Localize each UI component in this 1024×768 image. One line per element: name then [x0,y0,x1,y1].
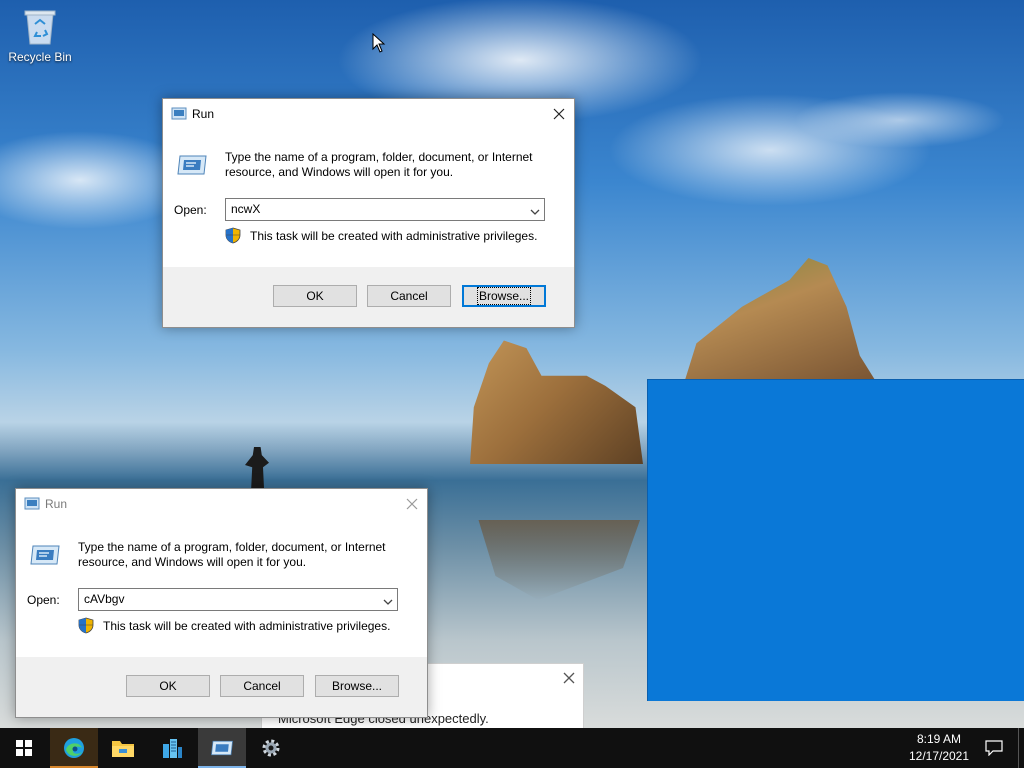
run-program-icon [29,544,61,569]
gear-icon [262,739,280,757]
action-center-button[interactable] [976,728,1012,768]
start-button[interactable] [0,728,48,768]
wallpaper-rock-right [685,258,875,380]
run-dialog-front-browse-button[interactable]: Browse... [462,285,546,307]
taskbar-edge-button[interactable] [50,728,98,768]
run-dialog-front-open-input[interactable]: ncwX [225,198,545,221]
run-dialog-front-titlebar[interactable]: Run [163,99,574,129]
taskbar-clock[interactable]: 8:19 AM 12/17/2021 [898,731,980,765]
run-dialog-front-ok-button[interactable]: OK [273,285,357,307]
recycle-bin-shortcut[interactable]: Recycle Bin [4,8,76,64]
blue-window-panel[interactable] [647,379,1024,701]
run-dialog-front-open-value[interactable]: ncwX [231,202,260,216]
run-dialog-back-open-input[interactable]: cAVbgv [78,588,398,611]
run-dialog-back-open-value[interactable]: cAVbgv [84,592,124,606]
run-dialog-front-footer: OK Cancel Browse... [163,267,574,327]
taskbar-run-button[interactable] [198,728,246,768]
run-small-icon [24,497,40,514]
run-dialog-back-cancel-button[interactable]: Cancel [220,675,304,697]
run-dialog-front-description: Type the name of a program, folder, docu… [225,150,533,179]
wallpaper-rock-reflection [478,520,640,600]
notification-icon [985,740,1003,756]
run-dialog-back[interactable]: Run Type the name of a program, folder, … [15,488,428,718]
run-dialog-back-close-icon[interactable] [397,489,427,519]
windows-logo-icon [16,740,32,756]
run-program-icon [176,154,208,179]
run-dialog-back-open-label: Open: [27,593,60,607]
run-dialog-front-cancel-button[interactable]: Cancel [367,285,451,307]
uac-shield-icon [225,227,241,247]
recycle-bin-label: Recycle Bin [8,50,72,64]
uac-shield-icon [78,617,94,637]
run-dialog-back-description: Type the name of a program, folder, docu… [78,540,386,569]
taskbar-file-explorer-button[interactable] [99,728,147,768]
run-dialog-front[interactable]: Run Type the name of a program, folder, … [162,98,575,328]
wallpaper-rock-left [470,340,643,464]
buildings-icon [163,739,182,758]
taskbar-settings-button[interactable] [247,728,295,768]
run-dialog-back-title: Run [45,497,68,511]
run-program-icon [211,740,233,756]
run-dialog-back-admin-note: This task will be created with administr… [103,619,391,633]
run-dialog-front-title: Run [192,107,215,121]
run-dialog-back-titlebar[interactable]: Run [16,489,427,519]
recycle-bin-icon [23,8,57,46]
notification-close-icon[interactable] [563,672,575,687]
chevron-down-icon[interactable] [383,595,393,609]
taskbar-server-manager-button[interactable] [148,728,196,768]
mouse-cursor-icon [372,32,386,56]
chevron-down-icon[interactable] [530,205,540,219]
run-dialog-front-open-label: Open: [174,203,207,217]
run-dialog-back-ok-button[interactable]: OK [126,675,210,697]
clock-date: 12/17/2021 [908,749,970,763]
run-dialog-front-close-icon[interactable] [544,99,574,129]
run-dialog-front-admin-note: This task will be created with administr… [250,229,538,243]
folder-icon [112,741,134,757]
clock-time: 8:19 AM [916,732,962,746]
run-small-icon [171,107,187,124]
run-dialog-back-browse-button[interactable]: Browse... [315,675,399,697]
edge-browser-icon [64,738,84,758]
taskbar: 8:19 AM 12/17/2021 [0,728,1024,768]
wallpaper-runner-silhouette [245,447,269,492]
run-dialog-back-footer: OK Cancel Browse... [16,657,427,717]
show-desktop-button[interactable] [1018,728,1024,768]
